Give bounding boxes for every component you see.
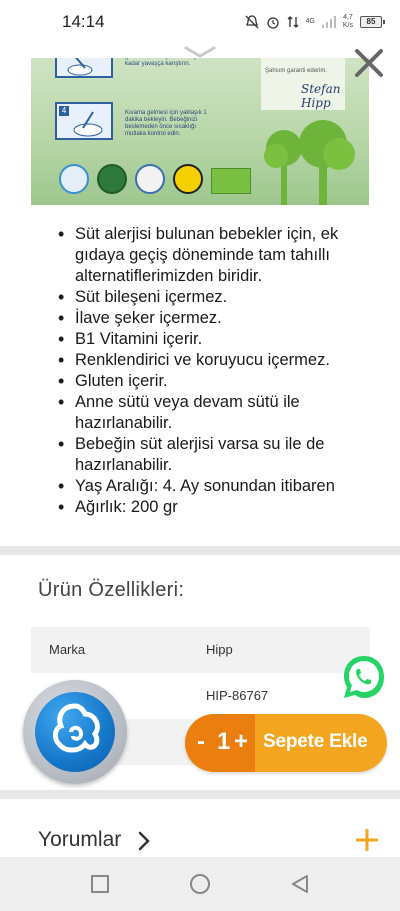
section-divider <box>0 790 400 799</box>
battery-indicator: 85 <box>360 16 385 28</box>
data-transfer-icon <box>287 16 298 28</box>
bowl-spoon-icon <box>73 111 103 137</box>
feature-item: Anne sütü veya devam sütü ile hazırlanab… <box>58 392 378 434</box>
chevron-right-icon[interactable] <box>137 830 151 852</box>
network-speed: 4,7 K/s <box>343 14 353 30</box>
circle-icon[interactable] <box>189 873 211 895</box>
feature-item: İlave şeker içermez. <box>58 308 378 329</box>
feature-item: Renklendirici ve koruyucu içermez. <box>58 350 378 371</box>
quantity-plus-button[interactable]: + <box>234 728 248 756</box>
plus-icon[interactable] <box>354 827 380 853</box>
signal-icon <box>321 16 336 28</box>
feature-item: Bebeğin süt alerjisi varsa su ile de haz… <box>58 434 378 476</box>
system-nav-bar <box>0 857 400 911</box>
network-speed-unit: K/s <box>342 22 353 29</box>
network-speed-value: 4,7 <box>343 14 353 21</box>
brand-logo[interactable] <box>23 680 127 784</box>
close-icon[interactable] <box>352 46 386 80</box>
square-icon[interactable] <box>90 874 110 894</box>
triangle-back-icon[interactable] <box>290 874 310 894</box>
add-to-cart-button[interactable]: Sepete Ekle <box>263 731 368 753</box>
step-3-text: gıda tamamen çözününceye kadar yavaşça k… <box>125 58 200 67</box>
feature-item: Yaş Aralığı: 4. Ay sonundan itibaren <box>58 476 378 497</box>
feature-item: Süt bileşeni içermez. <box>58 287 378 308</box>
add-to-cart-bar: - 1 + Sepete Ekle <box>185 714 387 772</box>
step-3-box <box>55 58 113 78</box>
feature-list: Süt alerjisi bulunan bebekler için, ek g… <box>58 224 378 518</box>
spec-value: HIP-86767 <box>206 688 269 703</box>
section-divider <box>0 546 400 555</box>
quantity-stepper: - 1 + <box>185 714 255 772</box>
feature-item: Süt alerjisi bulunan bebekler için, ek g… <box>58 224 378 287</box>
hipp-guarantee-icon <box>173 164 203 194</box>
guarantee-text: Şahsım garanti ederim. <box>265 68 328 74</box>
step-4-box: 4 <box>55 102 113 140</box>
feature-item: B1 Vitamini içerir. <box>58 329 378 350</box>
spec-key: Marka <box>49 642 86 657</box>
guarantee-box: Şahsım garanti ederim. Stefan Hipp <box>261 58 345 110</box>
tree-illustration-icon <box>264 120 355 205</box>
alarm-icon <box>266 17 279 29</box>
eu-organic-leaf-icon <box>211 168 251 194</box>
quantity-minus-button[interactable]: - <box>197 728 205 756</box>
bowl-stir-icon <box>67 58 93 76</box>
status-icons: 4G 4,7 K/s 85 <box>245 10 385 34</box>
status-time: 14:14 <box>62 12 105 31</box>
product-image: gıda tamamen çözününceye kadar yavaşça k… <box>31 58 369 205</box>
feature-item: Ağırlık: 200 gr <box>58 497 378 518</box>
brand-swirl-icon <box>52 703 100 753</box>
signature: Stefan Hipp <box>301 82 341 110</box>
feature-item: Gluten içerir. <box>58 371 378 392</box>
preparation-steps: gıda tamamen çözününceye kadar yavaşça k… <box>55 58 207 148</box>
step-4-number: 4 <box>59 106 69 116</box>
step-4-text: Kıvama gelmesi için yaklaşık 1 dakika be… <box>125 110 207 137</box>
quality-seal-icon <box>135 164 165 194</box>
spec-value: Hipp <box>206 642 233 657</box>
whatsapp-icon[interactable] <box>340 653 388 701</box>
reviews-title[interactable]: Yorumlar <box>38 828 121 852</box>
network-type: 4G <box>305 18 315 25</box>
mute-bell-icon <box>245 15 258 29</box>
organic-seal-icon <box>97 164 127 194</box>
quantity-value: 1 <box>217 728 231 755</box>
brand-logo-inner <box>35 692 115 772</box>
specs-title: Ürün Özellikleri: <box>38 579 185 601</box>
spec-row: Marka Hipp <box>31 627 370 673</box>
status-bar: 14:14 4G 4,7 K/s 85 <box>0 0 400 44</box>
bio-badge-icon <box>59 164 89 194</box>
